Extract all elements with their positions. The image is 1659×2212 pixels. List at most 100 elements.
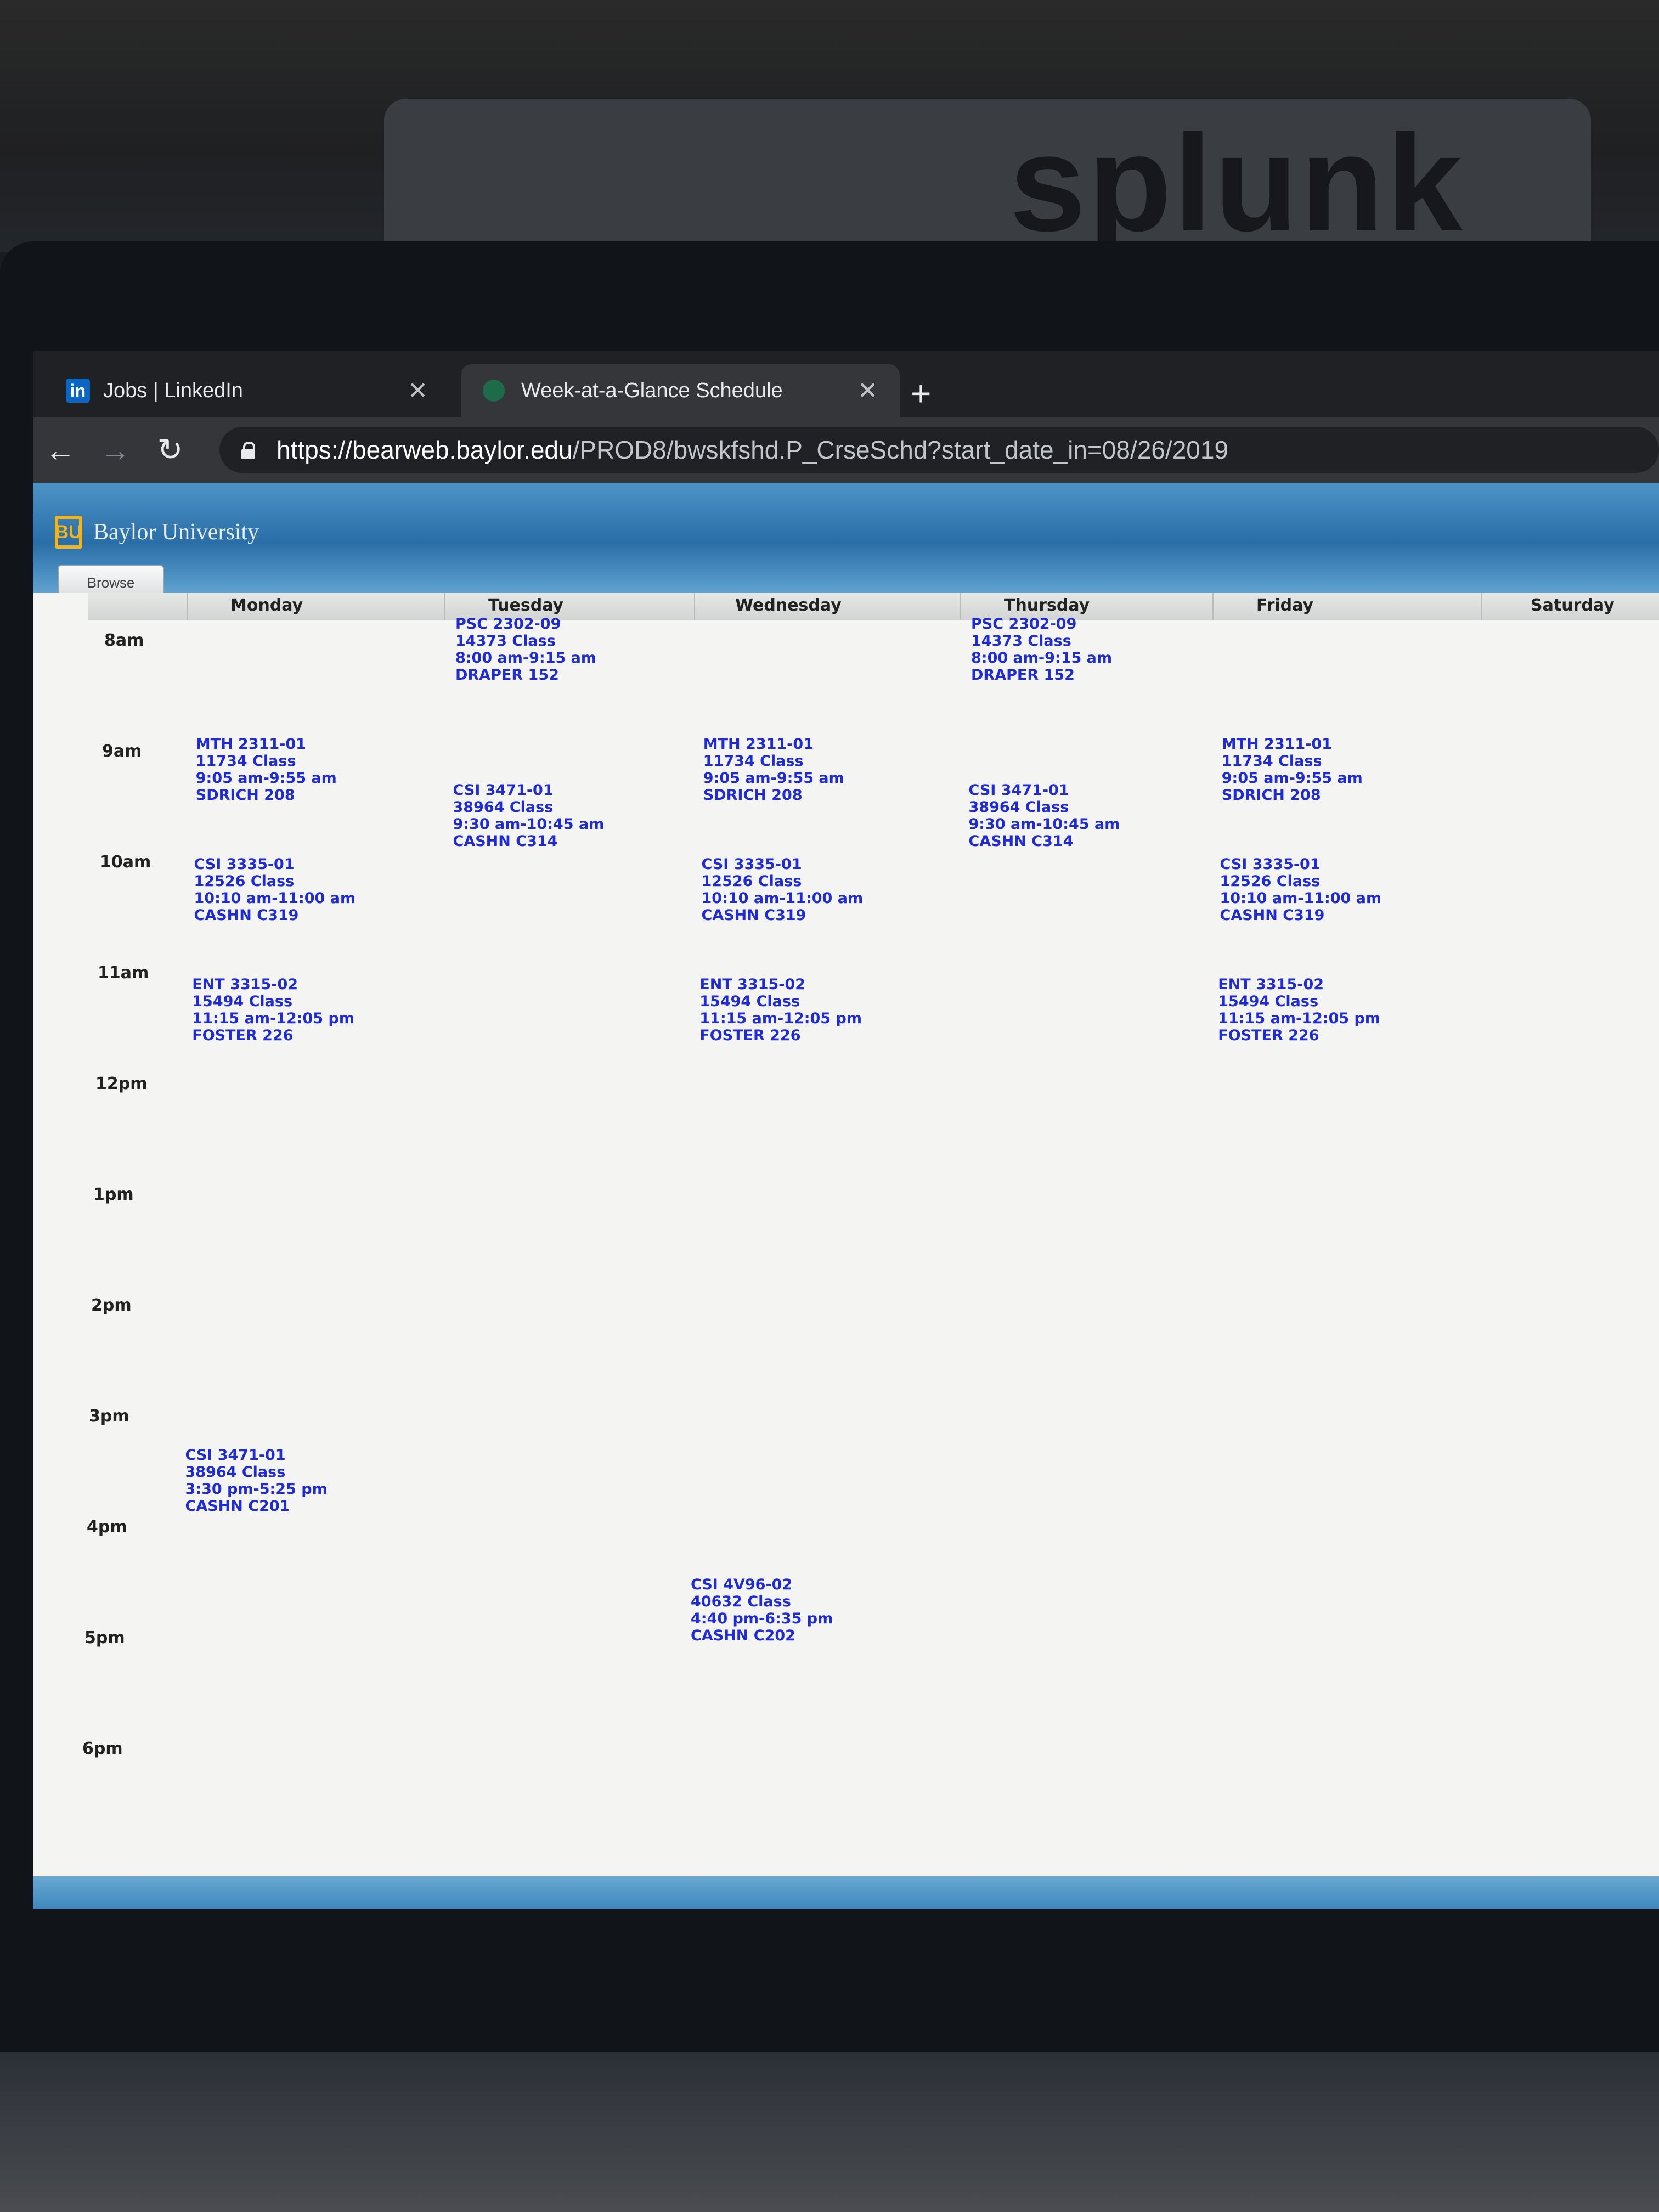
- class-room: SDRICH 208: [1221, 786, 1321, 804]
- column-divider: [444, 592, 445, 620]
- day-header-saturday: Saturday: [1531, 596, 1615, 615]
- url-path: /PROD8/bwskfshd.P_CrseSchd?start_date_in…: [572, 436, 1229, 464]
- forward-arrow-icon[interactable]: →: [88, 432, 143, 468]
- desk-surface: [0, 2052, 1659, 2212]
- class-course: MTH 2311-01: [1221, 735, 1332, 753]
- university-name: Baylor University: [93, 520, 259, 545]
- column-divider: [960, 592, 961, 620]
- class-crn: 11734 Class: [1221, 752, 1322, 770]
- splunk-sign: splunk: [1009, 106, 1465, 259]
- class-crn: 14373 Class: [971, 633, 1071, 650]
- class-crn: 15494 Class: [192, 992, 293, 1010]
- class-block[interactable]: MTH 2311-01 11734 Class 9:05 am-9:55 am SDR…: [703, 736, 844, 804]
- class-course: MTH 2311-01: [703, 735, 814, 753]
- class-room: SDRICH 208: [703, 786, 803, 804]
- tab-bar: in Jobs | LinkedIn ✕ Week-at-a-Glance Sc…: [33, 351, 1659, 417]
- column-divider: [694, 592, 695, 620]
- class-crn: 15494 Class: [699, 992, 800, 1010]
- back-arrow-icon[interactable]: ←: [33, 432, 88, 468]
- class-course: CSI 3335-01: [1220, 855, 1321, 873]
- reload-icon[interactable]: ↻: [143, 432, 198, 468]
- class-block[interactable]: CSI 4V96-02 40632 Class 4:40 pm-6:35 pm CAS…: [691, 1576, 833, 1644]
- time-label: 1pm: [93, 1185, 134, 1204]
- close-icon[interactable]: ✕: [408, 377, 428, 405]
- class-room: FOSTER 226: [1218, 1026, 1319, 1044]
- time-label: 10am: [100, 853, 151, 872]
- class-room: FOSTER 226: [699, 1026, 801, 1044]
- url-host: https://bearweb.baylor.edu: [276, 436, 573, 464]
- tab-label: Jobs | LinkedIn: [103, 379, 243, 402]
- class-room: CASHN C319: [701, 906, 806, 924]
- tab-linkedin[interactable]: in Jobs | LinkedIn ✕: [44, 364, 450, 417]
- column-divider: [1481, 592, 1482, 620]
- class-time: 8:00 am-9:15 am: [971, 650, 1113, 667]
- class-block[interactable]: CSI 3471-01 38964 Class 9:30 am-10:45 am CA…: [969, 782, 1120, 850]
- class-block[interactable]: CSI 3335-01 12526 Class 10:10 am-11:00 am C…: [194, 856, 356, 924]
- class-time: 9:05 am-9:55 am: [1221, 769, 1363, 787]
- tab-label: Week-at-a-Glance Schedule: [521, 379, 783, 402]
- class-room: CASHN C319: [194, 906, 299, 924]
- class-room: CASHN C202: [691, 1627, 795, 1644]
- class-block[interactable]: PSC 2302-09 14373 Class 8:00 am-9:15 am DRA…: [971, 616, 1112, 684]
- class-block[interactable]: CSI 3335-01 12526 Class 10:10 am-11:00 am C…: [1220, 856, 1382, 924]
- time-label: 3pm: [89, 1407, 129, 1426]
- class-crn: 11734 Class: [195, 752, 296, 770]
- class-course: ENT 3315-02: [1218, 975, 1324, 993]
- class-block[interactable]: PSC 2302-09 14373 Class 8:00 am-9:15 am DRA…: [455, 616, 596, 684]
- time-label: 6pm: [82, 1739, 123, 1758]
- time-label: 4pm: [87, 1517, 127, 1537]
- class-course: MTH 2311-01: [195, 735, 306, 753]
- class-course: PSC 2302-09: [971, 616, 1077, 633]
- time-label: 9am: [102, 742, 142, 761]
- class-time: 11:15 am-12:05 pm: [1218, 1009, 1380, 1027]
- class-crn: 12526 Class: [194, 872, 295, 890]
- class-time: 9:30 am-10:45 am: [453, 816, 605, 833]
- baylor-logo: BU: [55, 516, 82, 549]
- class-course: ENT 3315-02: [192, 975, 298, 993]
- class-course: CSI 3471-01: [968, 782, 1069, 799]
- tab-schedule[interactable]: Week-at-a-Glance Schedule ✕: [461, 364, 900, 417]
- class-room: CASHN C314: [453, 833, 558, 850]
- class-course: ENT 3315-02: [699, 975, 806, 993]
- close-icon[interactable]: ✕: [857, 377, 878, 405]
- class-crn: 15494 Class: [1218, 992, 1319, 1010]
- class-course: CSI 3471-01: [453, 782, 554, 799]
- class-block[interactable]: ENT 3315-02 15494 Class 11:15 am-12:05 pm F…: [699, 976, 862, 1044]
- class-room: CASHN C201: [185, 1498, 290, 1515]
- address-bar[interactable]: https://bearweb.baylor.edu/PROD8/bwskfsh…: [219, 427, 1659, 473]
- class-course: CSI 3335-01: [701, 855, 802, 873]
- class-time: 3:30 pm-5:25 pm: [185, 1481, 328, 1498]
- class-block[interactable]: CSI 3335-01 12526 Class 10:10 am-11:00 am C…: [702, 856, 864, 924]
- time-label: 12pm: [95, 1074, 148, 1093]
- class-crn: 38964 Class: [968, 799, 1069, 816]
- day-header-monday: Monday: [230, 596, 303, 615]
- class-block[interactable]: CSI 3471-01 38964 Class 9:30 am-10:45 am CA…: [453, 782, 605, 850]
- class-crn: 11734 Class: [703, 752, 804, 770]
- class-crn: 14373 Class: [455, 633, 556, 650]
- class-room: CASHN C319: [1220, 906, 1325, 924]
- class-time: 10:10 am-11:00 am: [701, 889, 864, 907]
- time-label: 8am: [104, 631, 144, 650]
- class-time: 11:15 am-12:05 pm: [699, 1009, 862, 1027]
- class-time: 9:05 am-9:55 am: [703, 769, 844, 787]
- column-divider: [1212, 592, 1214, 620]
- class-block[interactable]: ENT 3315-02 15494 Class 11:15 am-12:05 pm F…: [192, 976, 354, 1044]
- day-header-wednesday: Wednesday: [735, 596, 842, 615]
- class-block[interactable]: MTH 2311-01 11734 Class 9:05 am-9:55 am SDR…: [196, 736, 337, 804]
- class-room: CASHN C314: [968, 833, 1074, 850]
- class-time: 11:15 am-12:05 pm: [192, 1009, 354, 1027]
- class-block[interactable]: ENT 3315-02 15494 Class 11:15 am-12:05 pm F…: [1218, 976, 1380, 1044]
- new-tab-button[interactable]: +: [911, 373, 931, 414]
- week-schedule-grid: Monday Tuesday Wednesday Thursday Friday Satu…: [33, 592, 1659, 1876]
- globe-icon: [483, 380, 505, 402]
- class-course: CSI 3471-01: [185, 1447, 286, 1464]
- class-block[interactable]: MTH 2311-01 11734 Class 9:05 am-9:55 am SDR…: [1222, 736, 1363, 804]
- browser-window: in Jobs | LinkedIn ✕ Week-at-a-Glance Sc…: [33, 351, 1659, 1909]
- class-room: DRAPER 152: [455, 667, 559, 684]
- class-crn: 38964 Class: [453, 799, 554, 816]
- class-block[interactable]: CSI 3471-01 38964 Class 3:30 pm-5:25 pm CAS…: [185, 1447, 328, 1515]
- page-footer: [33, 1876, 1659, 1909]
- class-room: DRAPER 152: [971, 667, 1075, 684]
- lock-icon: [241, 442, 255, 459]
- class-time: 10:10 am-11:00 am: [194, 889, 356, 907]
